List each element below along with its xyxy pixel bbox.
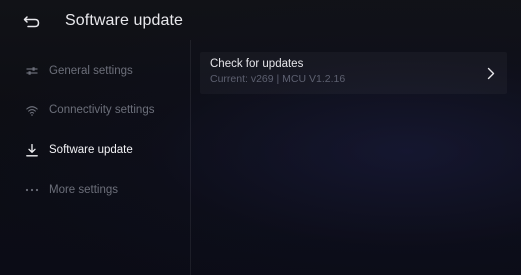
header-bar: Software update [0, 0, 521, 40]
sidebar-item-more-settings[interactable]: More settings [0, 175, 190, 205]
sidebar-item-label: General settings [49, 65, 133, 77]
settings-screen: Software update General settings Connect… [0, 0, 521, 275]
sidebar-item-label: Software update [49, 144, 133, 156]
download-icon [24, 142, 40, 158]
sidebar-item-label: More settings [49, 184, 119, 196]
sidebar-item-general-settings[interactable]: General settings [0, 56, 190, 86]
current-version-text: Current: v269 | MCU V1.2.16 [210, 73, 346, 85]
sidebar-item-label: Connectivity settings [49, 104, 155, 116]
chevron-right-icon [485, 65, 497, 81]
row-title: Check for updates [210, 58, 304, 70]
main-content: Check for updates Current: v269 | MCU V1… [191, 40, 521, 275]
sidebar-item-software-update[interactable]: Software update [0, 135, 190, 165]
sidebar-item-connectivity-settings[interactable]: Connectivity settings [0, 95, 190, 125]
wifi-icon [24, 102, 40, 118]
back-button[interactable] [20, 12, 44, 32]
more-dots-icon [24, 182, 40, 198]
settings-sidebar: General settings Connectivity settings S… [0, 40, 190, 275]
sliders-icon [24, 63, 40, 79]
back-arrow-icon [23, 15, 41, 29]
check-for-updates-row[interactable]: Check for updates Current: v269 | MCU V1… [200, 52, 507, 94]
page-title: Software update [65, 12, 184, 29]
